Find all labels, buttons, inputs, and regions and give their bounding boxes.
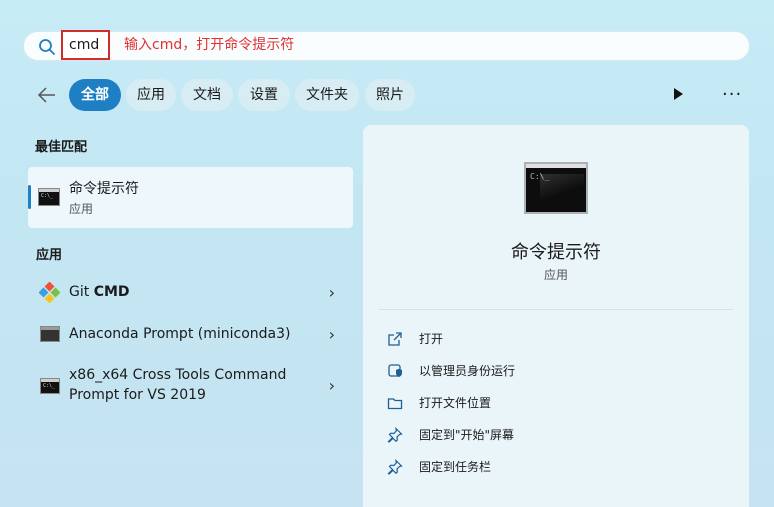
filter-photos[interactable]: 照片 [365, 79, 415, 111]
git-icon [39, 282, 60, 303]
best-match-heading: 最佳匹配 [35, 140, 88, 155]
app-item-git-cmd[interactable]: Git CMD › [28, 278, 353, 308]
action-label: 固定到任务栏 [419, 460, 492, 474]
action-pin-to-start[interactable]: 固定到"开始"屏幕 [387, 424, 587, 446]
more-options-button[interactable]: ··· [722, 85, 742, 105]
chevron-right-icon[interactable]: › [329, 376, 335, 395]
action-label: 以管理员身份运行 [419, 364, 516, 378]
apps-heading: 应用 [36, 248, 63, 263]
detail-title: 命令提示符 [511, 242, 601, 263]
best-match-subtitle: 应用 [69, 202, 94, 216]
action-run-as-admin[interactable]: 以管理员身份运行 [387, 360, 587, 382]
filter-folders[interactable]: 文件夹 [295, 79, 359, 111]
chevron-right-icon[interactable]: › [329, 325, 335, 344]
filter-all[interactable]: 全部 [69, 79, 121, 111]
app-name-bold: CMD [93, 284, 130, 300]
cmd-large-icon: C:\_ [524, 162, 588, 214]
pin-icon [387, 459, 403, 475]
folder-icon [387, 398, 403, 410]
detail-subtitle: 应用 [543, 268, 568, 282]
best-match-title: 命令提示符 [69, 181, 139, 197]
app-item-label: Anaconda Prompt (miniconda3) [69, 326, 291, 342]
action-label: 固定到"开始"屏幕 [419, 428, 515, 442]
anaconda-prompt-icon [40, 326, 60, 342]
shield-admin-icon [388, 364, 402, 377]
filter-settings[interactable]: 设置 [238, 79, 290, 111]
open-icon [388, 332, 402, 346]
selection-accent [28, 185, 31, 209]
action-label: 打开 [419, 332, 444, 346]
chevron-right-icon[interactable]: › [329, 283, 335, 302]
action-open-file-location[interactable]: 打开文件位置 [387, 392, 587, 414]
app-item-vs-cross-tools[interactable]: C:\_ x86_x64 Cross Tools Command Prompt … [28, 364, 353, 408]
search-input[interactable]: cmd [61, 30, 110, 60]
cmd-icon: C:\_ [40, 378, 60, 394]
pin-icon [387, 427, 403, 443]
search-icon [39, 39, 55, 55]
app-item-label: Git CMD [69, 284, 130, 300]
filter-documents[interactable]: 文档 [181, 79, 233, 111]
app-item-label-line1: x86_x64 Cross Tools Command [69, 367, 287, 383]
filter-apps[interactable]: 应用 [126, 79, 176, 111]
action-open[interactable]: 打开 [387, 328, 587, 350]
divider [379, 309, 733, 310]
play-icon[interactable] [672, 87, 684, 101]
app-item-label-line2: Prompt for VS 2019 [69, 387, 206, 403]
best-match-item[interactable]: C:\_ 命令提示符 应用 [28, 167, 353, 228]
detail-panel: C:\_ 命令提示符 应用 打开 以管理员身份运行 打开文件位置 固定到"开始"… [363, 125, 749, 507]
cmd-icon: C:\_ [38, 188, 60, 206]
app-name-prefix: Git [69, 284, 94, 300]
app-item-anaconda[interactable]: Anaconda Prompt (miniconda3) › [28, 320, 353, 350]
action-pin-to-taskbar[interactable]: 固定到任务栏 [387, 456, 587, 478]
search-bar[interactable]: cmd 输入cmd，打开命令提示符 [23, 30, 750, 61]
action-label: 打开文件位置 [419, 396, 492, 410]
back-arrow-icon[interactable] [37, 86, 57, 104]
annotation-text: 输入cmd，打开命令提示符 [124, 37, 295, 53]
